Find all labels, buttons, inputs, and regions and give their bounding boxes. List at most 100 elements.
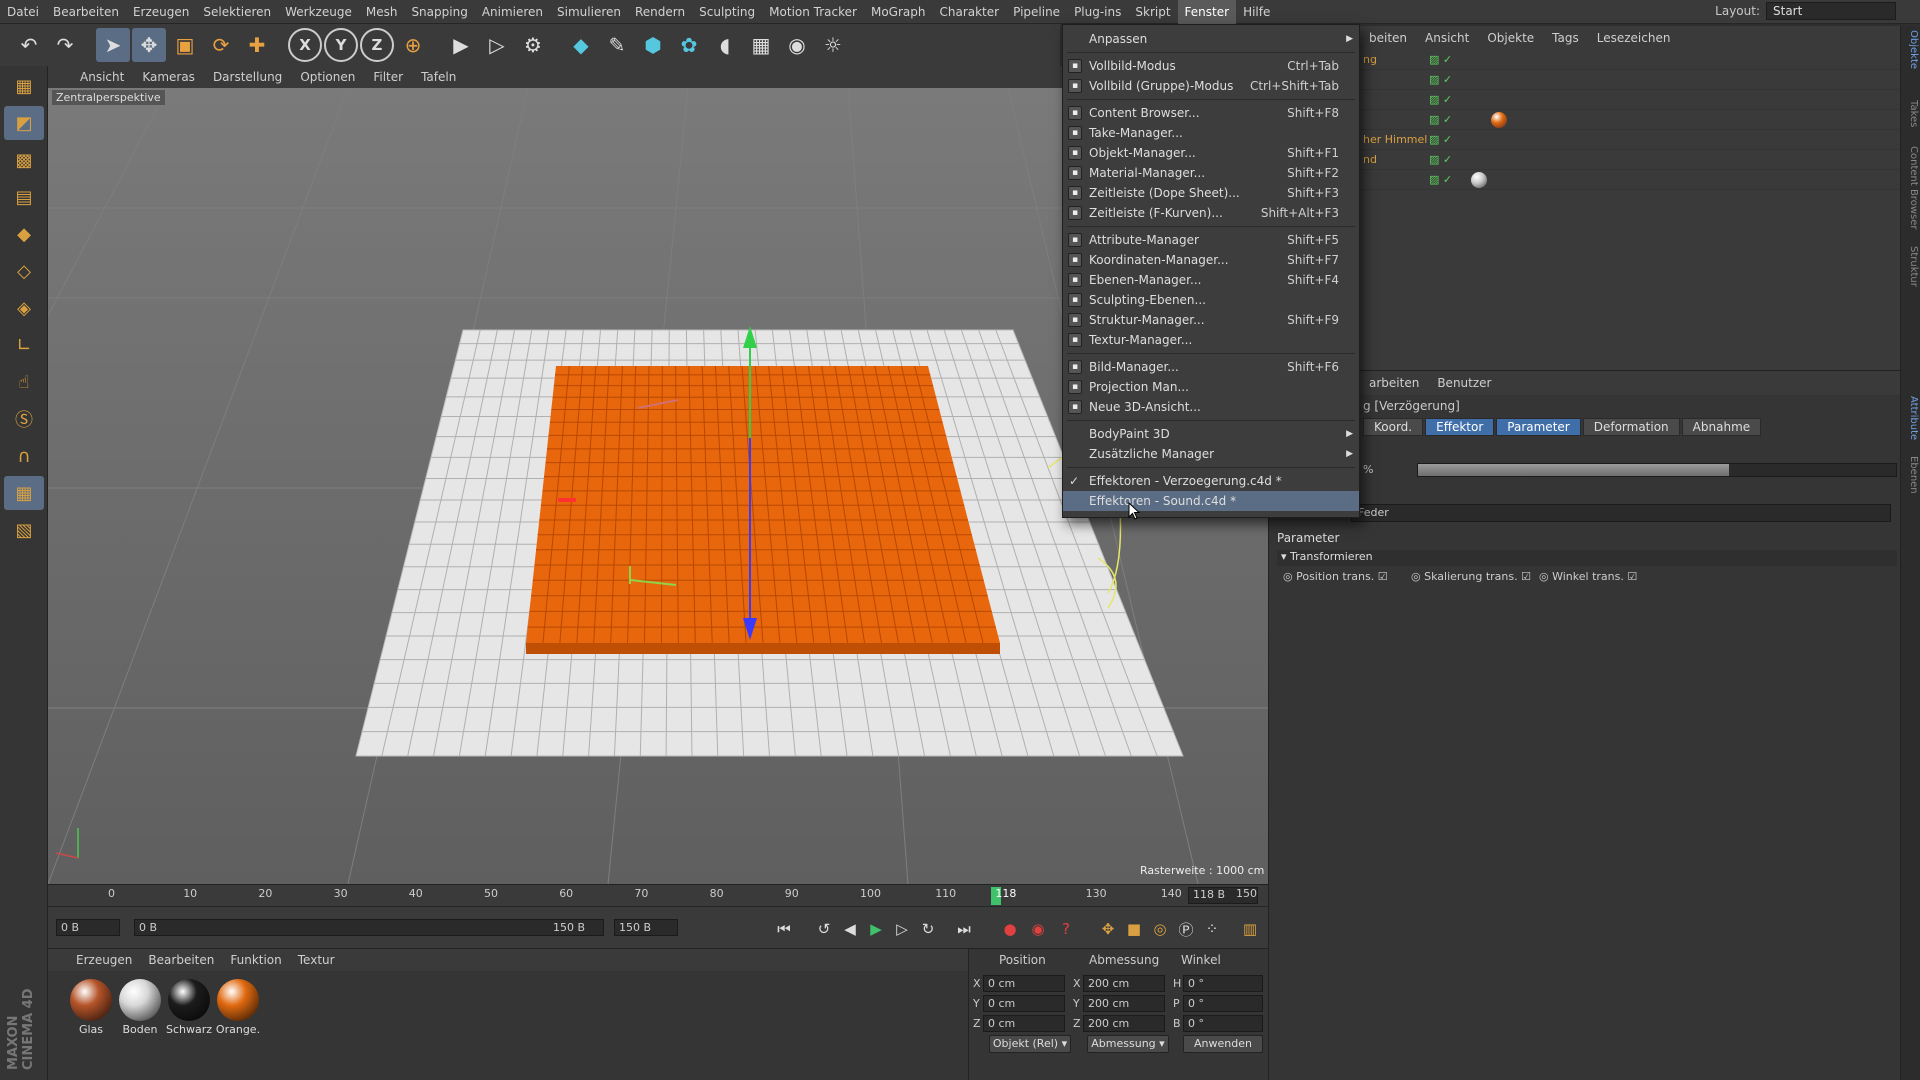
menu-animieren[interactable]: Animieren <box>475 0 550 24</box>
window-menu-item-bodypaint-3d[interactable]: BodyPaint 3D ▶ <box>1063 424 1359 444</box>
viewport-menu-kameras[interactable]: Kameras <box>134 70 203 84</box>
redo-icon[interactable]: ↷ <box>48 28 82 62</box>
menu-werkzeuge[interactable]: Werkzeuge <box>278 0 359 24</box>
window-menu-item-effektoren-verzoegerung-c4d[interactable]: ✓ Effektoren - Verzoegerung.c4d * <box>1063 471 1359 491</box>
menu-motion-tracker[interactable]: Motion Tracker <box>762 0 864 24</box>
axis-mode-icon[interactable]: ∟ <box>4 328 44 362</box>
menu-hilfe[interactable]: Hilfe <box>1236 0 1277 24</box>
transform-check-2[interactable]: ◎ Winkel trans. ☑ <box>1539 570 1637 583</box>
texture-mode-icon[interactable]: ▩ <box>4 143 44 177</box>
render-icon[interactable]: ▷ <box>480 28 514 62</box>
x-axis-handle[interactable] <box>558 498 576 502</box>
material-swatch[interactable]: Orange. <box>215 979 261 1036</box>
play-icon[interactable]: ▶ <box>864 917 888 941</box>
menu-datei[interactable]: Datei <box>0 0 46 24</box>
window-menu-item-struktur-manager[interactable]: ▪ Struktur-Manager... Shift+F9 <box>1063 310 1359 330</box>
window-menu-item-content-browser[interactable]: ▪ Content Browser... Shift+F8 <box>1063 103 1359 123</box>
rotation-b-field[interactable]: 0 ° <box>1183 1015 1263 1032</box>
viewport-camera-label[interactable]: Zentralperspektive <box>52 90 165 105</box>
size-mode-dropdown[interactable]: Abmessung ▾ <box>1087 1035 1169 1053</box>
key-rotation-icon[interactable]: ◎ <box>1148 917 1172 941</box>
transform-check-1[interactable]: ◎ Skalierung trans. ☑ <box>1411 570 1531 583</box>
tab-parameter[interactable]: Parameter <box>1496 418 1581 436</box>
visibility-check-icon[interactable]: ▨ ✓ <box>1429 53 1452 66</box>
right-tab-struktur[interactable]: Struktur <box>1903 246 1919 287</box>
pen-icon[interactable]: ✎ <box>600 28 634 62</box>
window-menu-item-take-manager[interactable]: ▪ Take-Manager... <box>1063 123 1359 143</box>
autokey-icon[interactable]: ◉ <box>1026 917 1050 941</box>
key-scale-icon[interactable]: ■ <box>1122 917 1146 941</box>
menu-bearbeiten[interactable]: Bearbeiten <box>46 0 126 24</box>
render-settings-icon[interactable]: ⚙ <box>516 28 550 62</box>
object-row[interactable]: ng ▨ ✓ <box>1269 50 1901 70</box>
right-tab-objekte[interactable]: Objekte <box>1903 30 1919 69</box>
window-menu-item-anpassen[interactable]: Anpassen ▶ <box>1063 29 1359 49</box>
apply-button[interactable]: Anwenden <box>1183 1035 1263 1053</box>
viewport-menu-ansicht[interactable]: Ansicht <box>72 70 132 84</box>
key-position-icon[interactable]: ✥ <box>1096 917 1120 941</box>
keyframe-selection-icon[interactable]: ? <box>1054 917 1078 941</box>
prev-frame-icon[interactable]: ◀ <box>838 917 862 941</box>
strength-slider[interactable] <box>1417 463 1897 477</box>
lock-workplane-icon[interactable]: ▦ <box>4 476 44 510</box>
right-tab-ebenen[interactable]: Ebenen <box>1903 456 1919 494</box>
floor-icon[interactable]: ▦ <box>744 28 778 62</box>
position-y-field[interactable]: 0 cm <box>983 995 1065 1012</box>
window-menu-item-vollbild-gruppe-modus[interactable]: ▪ Vollbild (Gruppe)-Modus Ctrl+Shift+Tab <box>1063 76 1359 96</box>
rotate-icon[interactable]: ⟳ <box>204 28 238 62</box>
menu-charakter[interactable]: Charakter <box>932 0 1006 24</box>
render-view-icon[interactable]: ▶ <box>444 28 478 62</box>
tab-effektor[interactable]: Effektor <box>1425 418 1495 436</box>
window-menu-item-vollbild-modus[interactable]: ▪ Vollbild-Modus Ctrl+Tab <box>1063 56 1359 76</box>
next-frame-icon[interactable]: ▷ <box>890 917 914 941</box>
viewport-menu-filter[interactable]: Filter <box>365 70 411 84</box>
goto-start-icon[interactable]: ⏮ <box>772 917 796 941</box>
end-frame-field[interactable]: 150 B <box>614 919 678 936</box>
menu-mesh[interactable]: Mesh <box>359 0 405 24</box>
window-menu-item-zus-tzliche-manager[interactable]: Zusätzliche Manager ▶ <box>1063 444 1359 464</box>
material-swatch[interactable]: Glas <box>68 979 114 1036</box>
visibility-check-icon[interactable]: ▨ ✓ <box>1429 113 1452 126</box>
start-frame-field[interactable]: 0 B <box>56 919 120 936</box>
menu-pipeline[interactable]: Pipeline <box>1006 0 1067 24</box>
object-row[interactable]: ▨ ✓ <box>1269 170 1901 190</box>
tweak-mode-icon[interactable]: ☝ <box>4 365 44 399</box>
polygons-mode-icon[interactable]: ◈ <box>4 291 44 325</box>
menu-plug-ins[interactable]: Plug-ins <box>1067 0 1128 24</box>
window-menu-item-sculpting-ebenen[interactable]: ▪ Sculpting-Ebenen... <box>1063 290 1359 310</box>
position-z-field[interactable]: 0 cm <box>983 1015 1065 1032</box>
world-coord-icon[interactable]: ⊕ <box>396 28 430 62</box>
cube-icon[interactable]: ◆ <box>564 28 598 62</box>
scale-icon[interactable]: ▣ <box>168 28 202 62</box>
menu-selektieren[interactable]: Selektieren <box>196 0 278 24</box>
layout-select[interactable]: Start <box>1766 2 1896 20</box>
object-menu-item[interactable]: Lesezeichen <box>1589 31 1679 45</box>
tab-deformation[interactable]: Deformation <box>1582 418 1680 436</box>
modus-select[interactable]: Feder <box>1351 504 1891 522</box>
workplane-icon[interactable]: ▤ <box>4 180 44 214</box>
visibility-check-icon[interactable]: ▨ ✓ <box>1429 73 1452 86</box>
transform-group-header[interactable]: ▾ Transformieren <box>1277 550 1897 566</box>
size-x-field[interactable]: 200 cm <box>1083 975 1165 992</box>
material-tag-icon[interactable] <box>1471 172 1487 188</box>
tab-abnahme[interactable]: Abnahme <box>1681 418 1762 436</box>
magnet-icon[interactable]: ∩ <box>4 439 44 473</box>
visibility-check-icon[interactable]: ▨ ✓ <box>1429 93 1452 106</box>
material-swatch[interactable]: Boden <box>117 979 163 1036</box>
menu-skript[interactable]: Skript <box>1128 0 1177 24</box>
menu-sculpting[interactable]: Sculpting <box>692 0 762 24</box>
window-menu-item-attribute-manager[interactable]: ▪ Attribute-Manager Shift+F5 <box>1063 230 1359 250</box>
window-menu-item-effektoren-sound-c4d[interactable]: Effektoren - Sound.c4d * <box>1063 491 1359 511</box>
object-row[interactable]: nd ▨ ✓ <box>1269 150 1901 170</box>
prev-key-icon[interactable]: ↺ <box>812 917 836 941</box>
window-menu-item-koordinaten-manager[interactable]: ▪ Koordinaten-Manager... Shift+F7 <box>1063 250 1359 270</box>
window-menu-item-ebenen-manager[interactable]: ▪ Ebenen-Manager... Shift+F4 <box>1063 270 1359 290</box>
material-menu-textur[interactable]: Textur <box>292 953 341 967</box>
object-menu-item[interactable]: Ansicht <box>1417 31 1477 45</box>
grid-icon[interactable]: ▧ <box>4 513 44 547</box>
z-axis-icon[interactable]: Z <box>360 28 394 62</box>
material-tag-icon[interactable] <box>1491 112 1507 128</box>
range-slider[interactable]: 0 B 150 B <box>134 919 604 936</box>
undo-icon[interactable]: ↶ <box>12 28 46 62</box>
object-menu-item[interactable]: Tags <box>1544 31 1587 45</box>
